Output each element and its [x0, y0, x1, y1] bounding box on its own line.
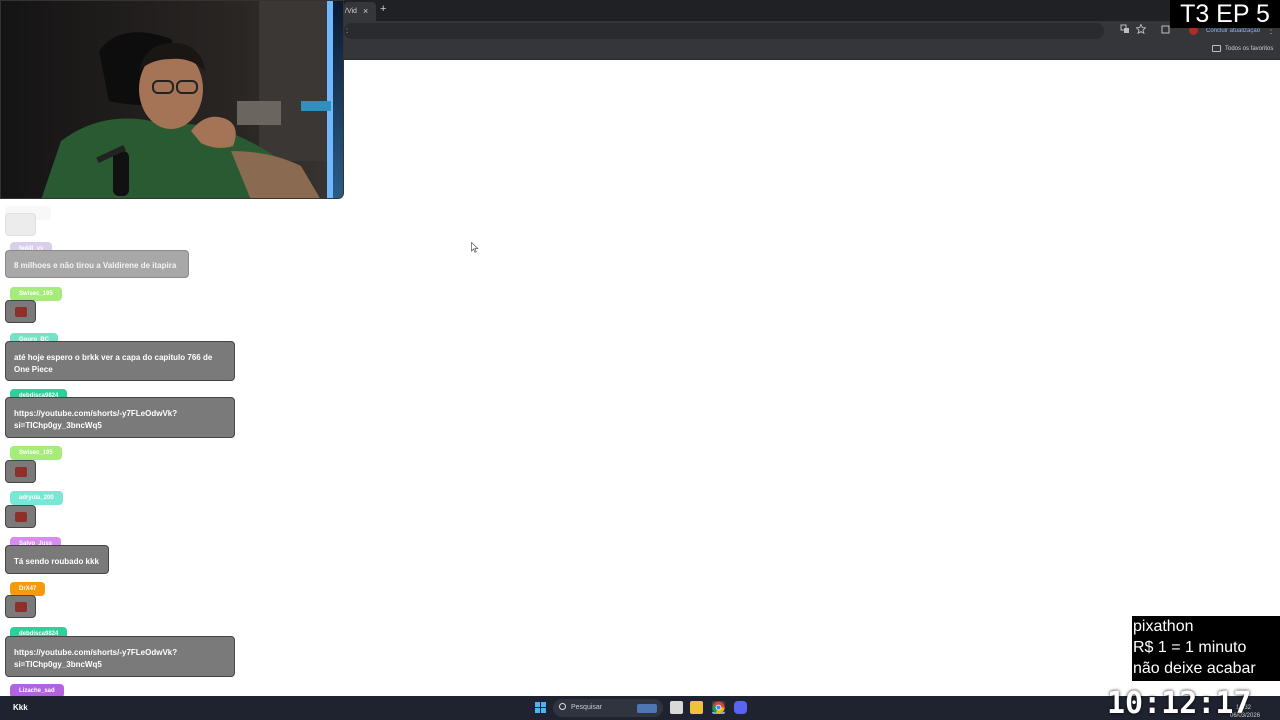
search-placeholder: Pesquisar	[571, 704, 603, 711]
star-icon[interactable]	[1135, 23, 1147, 39]
emote-icon	[15, 307, 27, 317]
all-bookmarks-link[interactable]: Todos os favoritos	[1225, 43, 1273, 55]
bookmarks-bar: Todos os favoritos	[344, 41, 1280, 60]
chat-username: adryola_200	[10, 491, 63, 505]
windows-start-icon[interactable]	[535, 702, 546, 713]
chat-bubble: https://youtube.com/shorts/-y7FLeOdwVk?s…	[5, 397, 235, 438]
pixathon-call-to-action: não deixe acabar	[1133, 660, 1256, 677]
chat-bubble: até hoje espero o brkk ver a capa do cap…	[5, 341, 235, 381]
overlay-clock: 10:12:17	[1107, 686, 1252, 720]
emote-icon	[15, 467, 27, 477]
browser-toolbar: : Concluir atualização ⋮	[344, 21, 1280, 41]
mouse-cursor-icon	[471, 240, 479, 258]
chat-username: Swisec_195	[10, 446, 62, 460]
folder-icon	[1212, 45, 1221, 52]
browser-tab-bar: /Vid × +	[344, 0, 1280, 21]
taskbar-search-input[interactable]: Pesquisar	[553, 699, 663, 717]
chat-emote-bubble	[5, 300, 36, 323]
chrome-icon[interactable]	[712, 701, 725, 714]
chat-emote-bubble-faded	[5, 213, 36, 236]
taskbar-left-text: Kkk	[13, 703, 28, 712]
search-highlight-icon	[637, 704, 657, 713]
task-view-icon[interactable]	[670, 701, 683, 714]
pixathon-overlay: pixathon R$ 1 = 1 minuto não deixe acaba…	[1132, 616, 1280, 681]
discord-icon[interactable]	[734, 701, 747, 714]
chat-bubble: Tá sendo roubado kkk	[5, 545, 109, 574]
translate-icon[interactable]	[1120, 24, 1130, 39]
webcam-image	[1, 1, 343, 198]
chat-emote-bubble	[5, 460, 36, 483]
chat-emote-bubble	[5, 505, 36, 528]
browser-tab[interactable]: /Vid ×	[344, 2, 376, 21]
new-tab-button[interactable]: +	[380, 2, 386, 17]
address-bar[interactable]: :	[344, 23, 1104, 39]
emote-icon	[15, 512, 27, 522]
tab-title: /Vid	[345, 8, 357, 15]
chat-username: Swisec_195	[10, 287, 62, 301]
address-bar-menu-icon[interactable]: :	[346, 26, 348, 35]
pixathon-title: pixathon	[1133, 618, 1194, 635]
file-explorer-icon[interactable]	[690, 701, 703, 714]
chat-username: DrX47	[10, 582, 46, 596]
chat-emote-bubble	[5, 595, 36, 618]
tab-close-icon[interactable]: ×	[363, 4, 368, 19]
chat-bubble: 8 milhoes e não tirou a Valdirene de ita…	[5, 250, 189, 278]
chat-bubble: https://youtube.com/shorts/-y7FLeOdwVk?s…	[5, 636, 235, 677]
screen: /Vid × + : Concluir atualização ⋮ Todos …	[0, 0, 1280, 720]
episode-label: T3 EP 5	[1170, 0, 1280, 28]
search-icon	[559, 703, 566, 710]
emote-icon	[15, 602, 27, 612]
pixathon-rate: R$ 1 = 1 minuto	[1133, 639, 1247, 656]
webcam-feed	[0, 0, 344, 199]
taskbar: Kkk Pesquisar 10:32 06/03/2026	[0, 696, 1280, 720]
